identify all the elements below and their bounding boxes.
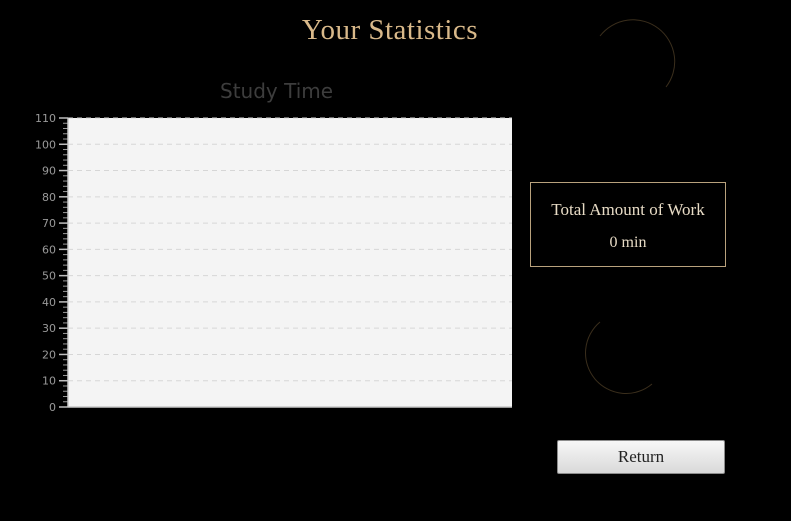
y-tick-label: 110 xyxy=(35,112,56,125)
y-tick-label: 90 xyxy=(42,165,56,178)
y-tick-label: 50 xyxy=(42,270,56,283)
plot-area xyxy=(68,118,512,407)
total-work-panel: Total Amount of Work 0 min xyxy=(530,182,726,267)
y-tick-label: 0 xyxy=(49,401,56,414)
total-work-label: Total Amount of Work xyxy=(551,200,705,219)
crescent-moon-icon xyxy=(599,19,676,88)
y-tick-label: 30 xyxy=(42,322,56,335)
y-tick-label: 100 xyxy=(35,138,56,151)
y-tick-label: 80 xyxy=(42,191,56,204)
chart-title: Study Time xyxy=(220,79,334,103)
chart-svg: 0 10 20 30 40 50 60 70 80 90 100 110 xyxy=(35,112,512,414)
y-tick-label: 60 xyxy=(42,243,56,256)
y-tick-label: 40 xyxy=(42,296,56,309)
return-button[interactable]: Return xyxy=(557,440,725,474)
y-tick-label: 70 xyxy=(42,217,56,230)
total-work-value: 0 min xyxy=(609,234,647,251)
study-time-chart: 0 10 20 30 40 50 60 70 80 90 100 110 Study Time xyxy=(0,70,520,420)
y-tick-label: 10 xyxy=(42,375,56,388)
crescent-moon-icon xyxy=(585,321,653,394)
y-tick-label: 20 xyxy=(42,348,56,361)
